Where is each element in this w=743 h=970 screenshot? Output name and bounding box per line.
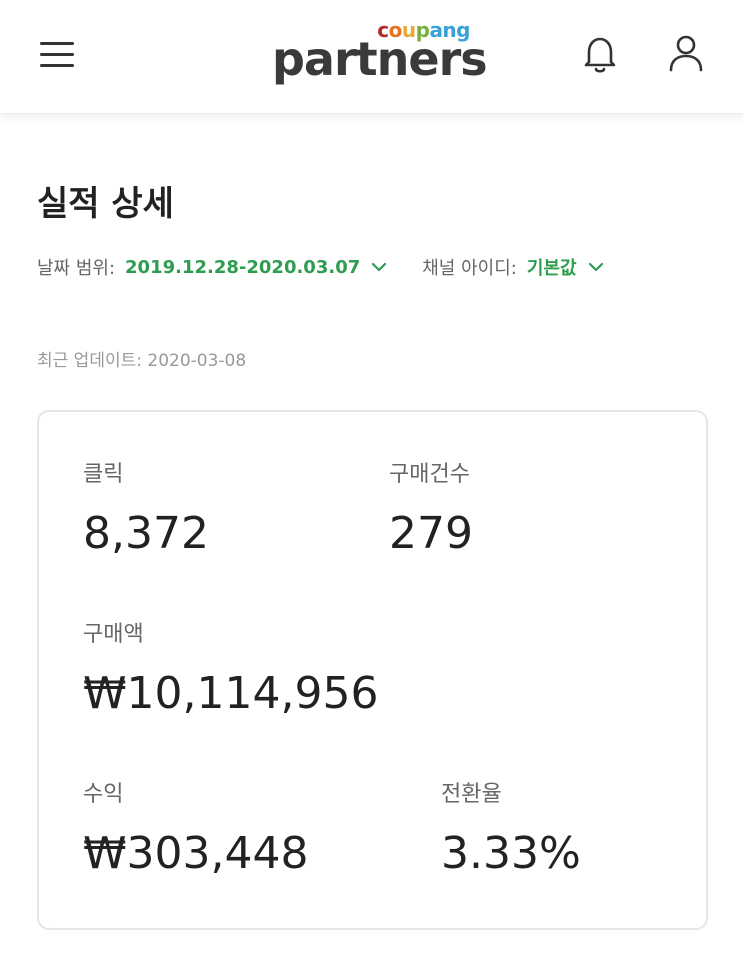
menu-bar bbox=[40, 53, 74, 56]
stat-revenue: 수익 ₩303,448 bbox=[83, 776, 308, 879]
orders-value: 279 bbox=[389, 508, 473, 559]
channel-id-label: 채널 아이디: bbox=[422, 258, 517, 279]
stat-conversion: 전환율 3.33% bbox=[441, 776, 581, 879]
sales-value: ₩10,114,956 bbox=[83, 668, 379, 719]
chevron-down-icon[interactable] bbox=[370, 258, 388, 276]
menu-bar bbox=[40, 64, 74, 67]
coupang-partners-logo[interactable]: coupang partners bbox=[272, 18, 488, 88]
date-range-label: 날짜 범위: bbox=[37, 258, 116, 279]
menu-icon[interactable] bbox=[38, 38, 78, 72]
stat-orders: 구매건수 279 bbox=[389, 456, 473, 559]
channel-id-value[interactable]: 기본값 bbox=[527, 254, 577, 280]
sales-label: 구매액 bbox=[83, 622, 144, 647]
conversion-value: 3.33% bbox=[441, 828, 581, 879]
top-header: coupang partners bbox=[0, 0, 743, 114]
conversion-label: 전환율 bbox=[441, 782, 502, 807]
chevron-down-icon[interactable] bbox=[587, 258, 605, 276]
bell-icon[interactable] bbox=[578, 32, 622, 76]
date-range-value[interactable]: 2019.12.28-2020.03.07 bbox=[125, 257, 360, 278]
revenue-value: ₩303,448 bbox=[83, 828, 309, 879]
menu-bar bbox=[40, 42, 74, 45]
logo-partners-text: partners bbox=[272, 32, 488, 86]
orders-label: 구매건수 bbox=[389, 462, 470, 487]
page-title: 실적 상세 bbox=[37, 184, 174, 224]
user-icon[interactable] bbox=[664, 32, 708, 76]
revenue-label: 수익 bbox=[83, 782, 124, 807]
filter-bar: 날짜 범위: 2019.12.28-2020.03.07 채널 아이디: 기본값 bbox=[37, 252, 605, 282]
stat-sales: 구매액 ₩10,114,956 bbox=[83, 616, 378, 719]
stat-clicks: 클릭 8,372 bbox=[83, 456, 209, 559]
clicks-value: 8,372 bbox=[83, 508, 209, 559]
clicks-label: 클릭 bbox=[83, 462, 124, 487]
last-updated-text: 최근 업데이트: 2020-03-08 bbox=[37, 351, 247, 371]
performance-summary-card: 클릭 8,372 구매건수 279 구매액 ₩10,114,956 수익 ₩30… bbox=[37, 410, 708, 930]
